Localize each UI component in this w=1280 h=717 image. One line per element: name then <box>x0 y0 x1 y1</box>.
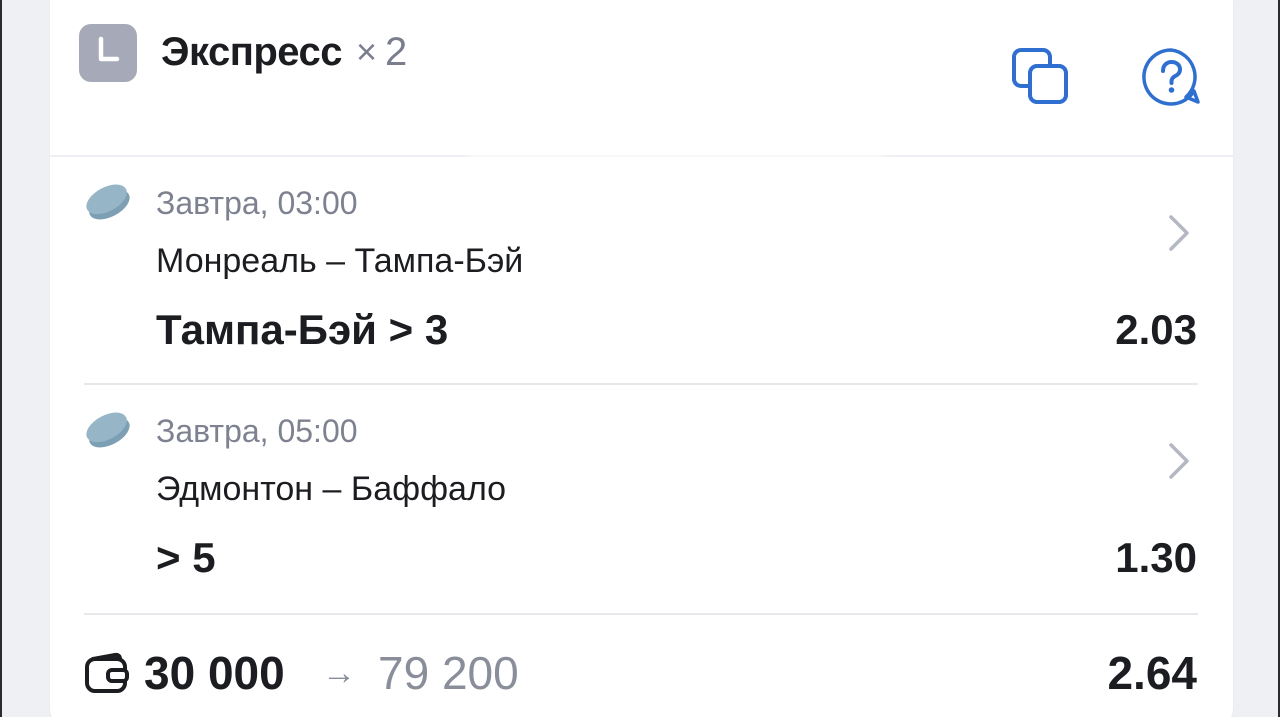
help-icon <box>1142 48 1200 106</box>
copy-button[interactable] <box>1008 44 1074 110</box>
arrow-right-icon: → <box>322 654 356 692</box>
total-odds: 2.64 <box>1107 647 1197 699</box>
express-bet-card: Экспресс × 2 Завтра, 03:00 Монреаль – Та… <box>50 0 1233 717</box>
wallet-icon <box>85 652 129 693</box>
event-time: Завтра, 03:00 <box>156 185 358 221</box>
bet-selection-1[interactable]: Завтра, 03:00 Монреаль – Тампа-Бэй Тампа… <box>50 158 1233 386</box>
bet-type-label: Экспресс <box>161 29 343 74</box>
event-match: Эдмонтон – Баффало <box>156 470 507 508</box>
clock-icon <box>79 24 137 82</box>
multiplier-sign: × <box>356 31 378 72</box>
row-divider <box>84 613 1198 615</box>
row-divider <box>84 383 1198 385</box>
bet-outcome: > 5 <box>156 534 216 581</box>
hockey-puck-icon <box>86 184 130 220</box>
bet-odds: 1.30 <box>1115 534 1197 581</box>
selections-count: 2 <box>385 29 408 74</box>
bet-summary: 30 000 → 79 200 2.64 <box>50 616 1233 716</box>
bet-type-title: Экспресс × 2 <box>161 24 407 80</box>
bet-outcome: Тампа-Бэй > 3 <box>156 306 449 353</box>
stake-amount: 30 000 <box>144 647 285 699</box>
bet-selection-2[interactable]: Завтра, 05:00 Эдмонтон – Баффало > 5 1.3… <box>50 386 1233 614</box>
hockey-puck-icon <box>86 412 130 448</box>
page: Экспресс × 2 Завтра, 03:00 Монреаль – Та… <box>0 0 1280 717</box>
help-button[interactable] <box>1138 44 1204 110</box>
bet-odds: 2.03 <box>1115 306 1197 353</box>
card-header: Экспресс × 2 <box>50 0 1233 157</box>
chevron-right-icon <box>1169 443 1189 479</box>
event-match: Монреаль – Тампа-Бэй <box>156 242 524 280</box>
header-divider <box>50 155 1233 157</box>
copy-icon <box>1012 48 1068 104</box>
event-time: Завтра, 05:00 <box>156 413 358 449</box>
chevron-right-icon <box>1169 215 1189 251</box>
potential-payout: 79 200 <box>378 647 519 699</box>
